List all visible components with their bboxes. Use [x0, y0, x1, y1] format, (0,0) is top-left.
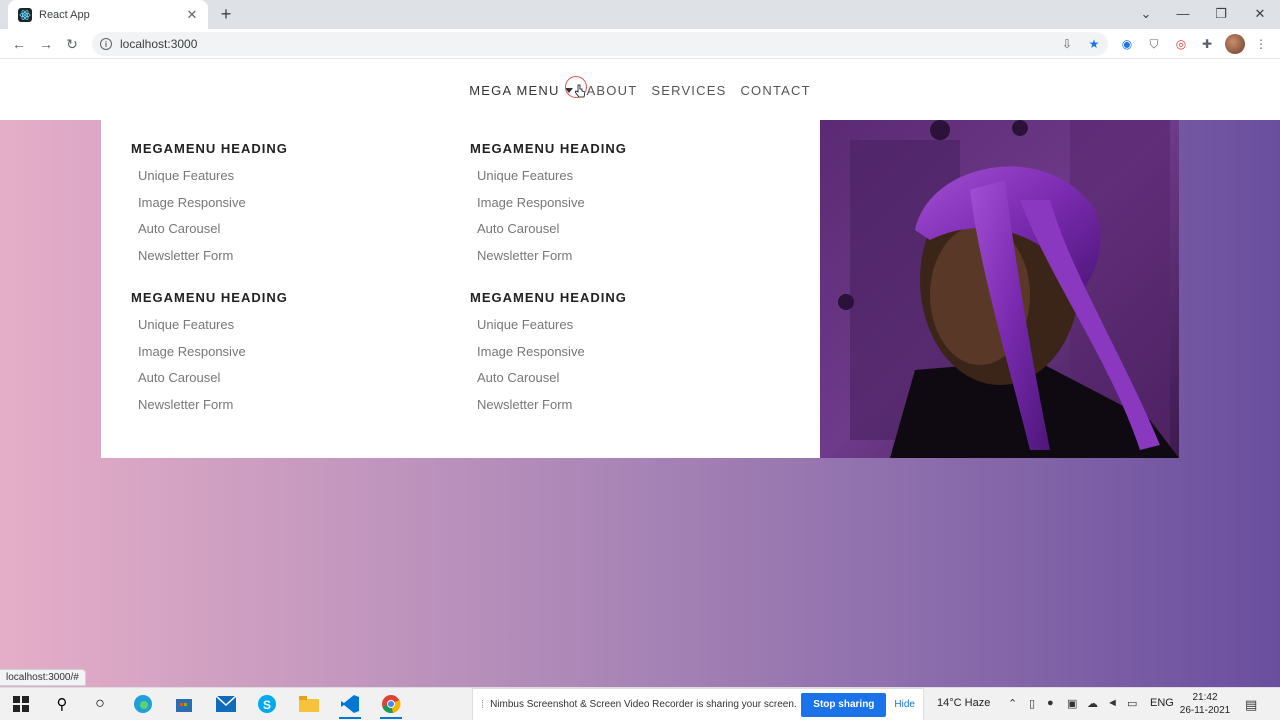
tab-title: React App — [39, 8, 90, 21]
nav-item-services[interactable]: SERVICES — [644, 83, 733, 98]
kebab-menu-icon[interactable]: ⋮ — [1253, 36, 1269, 52]
clock-date: 26-11-2021 — [1179, 705, 1231, 716]
display-icon[interactable]: ▣ — [1067, 697, 1077, 710]
close-tab-icon[interactable]: ✕ — [184, 7, 200, 23]
megamenu-link[interactable]: Unique Features — [477, 169, 790, 196]
screen-share-notification: ⁞ Nimbus Screenshot & Screen Video Recor… — [472, 688, 924, 720]
megamenu-heading: MEGAMENU HEADING — [131, 290, 288, 305]
megamenu-link[interactable]: Unique Features — [138, 169, 451, 196]
restore-button[interactable]: ❐ — [1206, 4, 1236, 24]
megamenu-link[interactable]: Newsletter Form — [138, 398, 451, 425]
mail-icon[interactable] — [213, 691, 239, 717]
notification-center-icon[interactable]: ▤ — [1245, 697, 1257, 713]
store-icon[interactable] — [171, 691, 197, 717]
megamenu-heading: MEGAMENU HEADING — [470, 290, 627, 305]
hand-cursor-icon — [575, 84, 585, 98]
nav-item-contact[interactable]: CONTACT — [733, 83, 817, 98]
megamenu-link[interactable]: Auto Carousel — [477, 222, 790, 249]
hide-button[interactable]: Hide — [894, 699, 915, 710]
address-bar[interactable]: i localhost:3000 — [92, 32, 1108, 56]
chrome-icon[interactable] — [378, 691, 404, 719]
megamenu-link[interactable]: Image Responsive — [477, 344, 790, 372]
shield-extension-icon[interactable]: ⛉ — [1146, 36, 1162, 52]
megamenu-column: MEGAMENU HEADING Unique Features Image R… — [131, 141, 451, 276]
link-status-tooltip: localhost:3000/# — [0, 669, 86, 686]
nav-item-about[interactable]: ABOUT — [580, 83, 645, 98]
megamenu-link[interactable]: Auto Carousel — [477, 371, 790, 398]
windows-taskbar: ⚲ ○ S ⁞ Nimbus Screenshot & Screen Video… — [0, 687, 1280, 720]
minimize-button[interactable]: — — [1168, 4, 1198, 24]
extensions-puzzle-icon[interactable]: ✚ — [1199, 36, 1215, 52]
megamenu-column: MEGAMENU HEADING Unique Features Image R… — [131, 290, 451, 425]
battery-icon[interactable]: ▭ — [1127, 697, 1137, 710]
windows-start-icon[interactable] — [8, 691, 34, 717]
system-clock[interactable]: 21:42 26-11-2021 — [1170, 691, 1240, 717]
megamenu-link[interactable]: Image Responsive — [477, 195, 790, 223]
forward-arrow-icon[interactable]: → — [37, 35, 55, 53]
browser-tab[interactable]: React App ✕ — [8, 0, 208, 29]
megamenu-column: MEGAMENU HEADING Unique Features Image R… — [470, 290, 790, 425]
weather-text[interactable]: 14°C Haze — [937, 697, 990, 709]
microphone-icon[interactable]: ● — [1047, 697, 1054, 709]
browser-tab-strip: React App ✕ + ⌄ — ❐ ✕ — [0, 0, 1280, 29]
vscode-icon[interactable] — [337, 691, 363, 719]
megamenu-link[interactable]: Unique Features — [477, 318, 790, 345]
site-navbar: MEGA MENU ABOUT SERVICES CONTACT — [0, 60, 1280, 120]
new-tab-button[interactable]: + — [216, 4, 236, 24]
drag-handle-icon[interactable]: ⁞ — [481, 699, 484, 711]
search-icon[interactable]: ⚲ — [49, 691, 75, 717]
device-icon[interactable]: ▯ — [1029, 697, 1035, 710]
megamenu-link[interactable]: Image Responsive — [138, 195, 451, 223]
record-extension-icon[interactable]: ◎ — [1173, 36, 1189, 52]
speaker-icon[interactable]: ◄ — [1107, 697, 1118, 709]
megamenu-feature-image — [820, 120, 1179, 458]
megamenu-heading: MEGAMENU HEADING — [131, 141, 288, 156]
nav-item-mega-menu[interactable]: MEGA MENU — [462, 83, 579, 98]
megamenu-link[interactable]: Image Responsive — [138, 344, 451, 372]
chevron-up-icon[interactable]: ⌃ — [1008, 697, 1017, 710]
megamenu-link[interactable]: Auto Carousel — [138, 371, 451, 398]
install-icon[interactable]: ⇩ — [1059, 36, 1075, 52]
megamenu-link[interactable]: Newsletter Form — [477, 398, 790, 425]
profile-avatar[interactable] — [1225, 34, 1245, 54]
bookmark-star-icon[interactable]: ★ — [1086, 36, 1102, 52]
svg-text:S: S — [263, 698, 271, 712]
stop-sharing-button[interactable]: Stop sharing — [801, 692, 887, 717]
nav-item-label: MEGA MENU — [469, 82, 560, 98]
megamenu-column: MEGAMENU HEADING Unique Features Image R… — [470, 141, 790, 276]
share-message: Nimbus Screenshot & Screen Video Recorde… — [490, 699, 797, 710]
megamenu-link[interactable]: Unique Features — [138, 318, 451, 345]
reload-icon[interactable]: ↻ — [63, 35, 81, 53]
mega-menu-dropdown: MEGAMENU HEADING Unique Features Image R… — [101, 120, 1179, 458]
tab-search-icon[interactable]: ⌄ — [1131, 4, 1161, 24]
skype-icon[interactable]: S — [254, 691, 280, 717]
react-logo-icon — [18, 7, 32, 22]
cloud-icon[interactable]: ☁ — [1087, 697, 1098, 710]
megamenu-link[interactable]: Auto Carousel — [138, 222, 451, 249]
close-window-button[interactable]: ✕ — [1245, 4, 1275, 24]
browser-toolbar: ← → ↻ i localhost:3000 ⇩ ★ ◉ ⛉ ◎ ✚ ⋮ — [0, 29, 1280, 59]
megamenu-link[interactable]: Newsletter Form — [477, 249, 790, 276]
back-arrow-icon[interactable]: ← — [10, 35, 28, 53]
edge-browser-icon[interactable] — [130, 691, 156, 717]
page-background: MEGA MENU ABOUT SERVICES CONTACT MEGAMEN… — [0, 60, 1280, 687]
site-info-icon[interactable]: i — [100, 38, 112, 50]
cortana-icon[interactable]: ○ — [87, 691, 113, 717]
clock-time: 21:42 — [1192, 692, 1218, 703]
address-url: localhost:3000 — [120, 37, 198, 51]
megamenu-link[interactable]: Newsletter Form — [138, 249, 451, 276]
megamenu-heading: MEGAMENU HEADING — [470, 141, 627, 156]
extension-icon[interactable]: ◉ — [1119, 36, 1135, 52]
file-explorer-icon[interactable] — [296, 691, 322, 717]
